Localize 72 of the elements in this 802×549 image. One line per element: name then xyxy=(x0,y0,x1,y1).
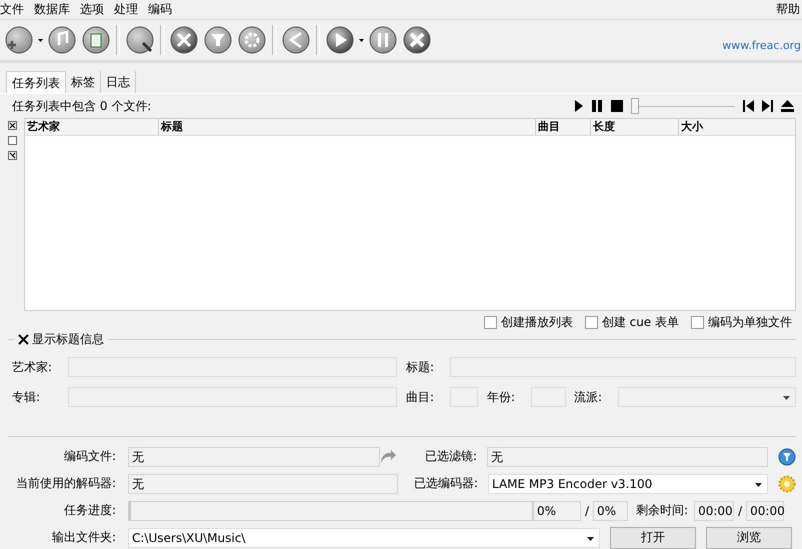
encoder-dropdown[interactable]: LAME MP3 Encoder v3.100 xyxy=(488,474,768,494)
field-label: 标题: xyxy=(406,358,436,376)
menu-item[interactable]: 编码 xyxy=(148,1,176,18)
checkbox[interactable] xyxy=(584,316,598,328)
checkbox[interactable] xyxy=(484,316,497,328)
field-label: 已选滤镜: xyxy=(424,448,477,465)
field-label: 当前使用的解码器: xyxy=(14,475,116,492)
field-label: 曲目: xyxy=(406,388,436,406)
slider-thumb[interactable] xyxy=(631,98,639,114)
filter-icon[interactable] xyxy=(203,25,233,55)
previous-track-icon[interactable] xyxy=(743,100,754,112)
encoding-file-field: 无 xyxy=(128,446,380,466)
checkbox-label: 创建播放列表 xyxy=(500,314,573,330)
field-label: 专辑: xyxy=(12,388,42,406)
total-percent-field: 0% xyxy=(593,500,628,520)
menu-item[interactable]: 数据库 xyxy=(34,1,74,18)
dropdown-arrow-icon[interactable] xyxy=(359,38,364,42)
filter-icon[interactable] xyxy=(778,448,796,466)
caret-icon[interactable] xyxy=(783,396,790,400)
seek-slider[interactable] xyxy=(631,98,735,114)
file-count-text: 任务列表中包含 0 个文件: xyxy=(12,98,152,114)
field-label: 流派: xyxy=(574,388,604,406)
help-menu[interactable]: 帮助 xyxy=(776,1,802,18)
checkbox-label: 编码为单独文件 xyxy=(708,314,792,330)
website-link[interactable]: www.freac.org xyxy=(722,38,802,52)
checkbox-label: 创建 cue 表单 xyxy=(602,314,679,330)
column-header[interactable]: 曲目 xyxy=(536,119,591,135)
field-label: 剩余时间: xyxy=(636,502,688,519)
menu-item[interactable]: 选项 xyxy=(80,1,108,18)
column-header[interactable]: 艺术家 xyxy=(25,119,159,135)
play-icon[interactable] xyxy=(574,100,583,112)
tab[interactable]: 标签 xyxy=(66,71,101,93)
check-all-icon[interactable] xyxy=(8,121,17,130)
checkbox-label: 显示标题信息 xyxy=(32,331,104,348)
play-icon[interactable] xyxy=(325,25,355,55)
total-time-field: 00:00 xyxy=(746,500,784,520)
output-folder-dropdown[interactable]: C:\Users\XU\Music\ xyxy=(128,528,600,548)
field-label: 任务进度: xyxy=(62,502,116,519)
toggle-check-icon[interactable] xyxy=(8,151,17,160)
uncheck-all-icon[interactable] xyxy=(8,136,17,145)
field-label: 编码文件: xyxy=(62,448,116,465)
filter-field: 无 xyxy=(487,446,768,466)
dropdown-arrow-icon[interactable] xyxy=(38,38,43,42)
menu-item[interactable]: 处理 xyxy=(114,1,142,18)
file-percent-field: 0% xyxy=(533,500,581,520)
stop-icon[interactable] xyxy=(402,25,432,55)
gear-icon[interactable] xyxy=(237,25,267,55)
column-header[interactable]: 大小 xyxy=(679,119,795,135)
field-label: 已选编码器: xyxy=(412,475,478,492)
browse-button[interactable]: 浏览 xyxy=(706,526,792,548)
separator-text: / xyxy=(738,504,742,518)
menu-item[interactable]: 文件 xyxy=(0,1,28,18)
pause-icon[interactable] xyxy=(591,100,603,112)
file-time-field: 00:00 xyxy=(694,500,734,520)
caret-icon[interactable] xyxy=(755,482,762,486)
caret-icon[interactable] xyxy=(587,536,594,540)
decoder-field: 无 xyxy=(128,474,398,494)
field-label: 年份: xyxy=(487,388,516,406)
column-header[interactable]: 长度 xyxy=(591,119,679,135)
tab[interactable]: 任务列表 xyxy=(6,71,66,93)
search-globe-icon[interactable] xyxy=(125,25,155,55)
column-header[interactable]: 标题 xyxy=(159,119,536,135)
open-button[interactable]: 打开 xyxy=(610,526,696,548)
field-label: 输出文件夹: xyxy=(50,529,116,546)
next-track-icon[interactable] xyxy=(762,100,773,112)
tab[interactable]: 日志 xyxy=(101,71,136,93)
checkbox[interactable] xyxy=(18,334,29,345)
separator-text: / xyxy=(585,504,590,518)
eject-icon[interactable] xyxy=(781,100,794,112)
field-label: 艺术家: xyxy=(12,358,54,376)
pause-icon[interactable] xyxy=(368,25,398,55)
checkbox[interactable] xyxy=(691,316,704,328)
